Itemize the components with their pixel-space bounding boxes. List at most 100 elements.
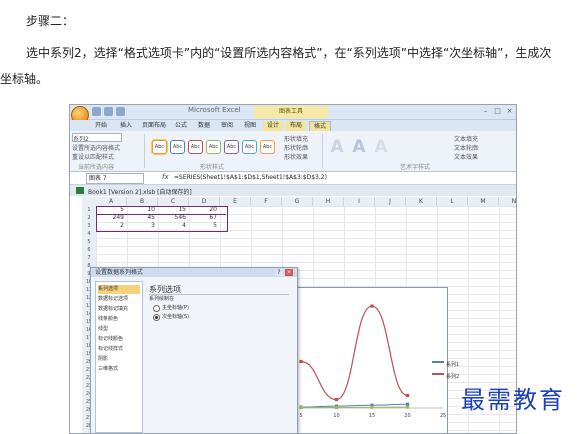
tab-3[interactable]: 页面布局 — [140, 121, 168, 131]
column-header[interactable]: J — [375, 197, 406, 206]
dialog-nav-item[interactable]: 三维格式 — [98, 365, 140, 374]
tab-4[interactable]: 公式 — [171, 121, 191, 131]
workbook-title: Book1 [Version 2].xlsb [自动保存的] — [88, 189, 192, 196]
dialog-nav-item[interactable]: 标记线颜色 — [98, 335, 140, 344]
row-header[interactable]: 4 — [82, 230, 96, 238]
help-icon[interactable]: ? — [275, 269, 283, 276]
primary-axis-radio[interactable] — [153, 305, 160, 312]
column-header[interactable]: H — [313, 197, 344, 206]
excel-screenshot: Microsoft Excel 图表工具 – □ × 开始 插入 页面布局 公式 数据审… — [69, 104, 517, 434]
dialog-nav-item[interactable]: 数据标记填充 — [98, 305, 140, 314]
table-cell[interactable]: 10 — [129, 206, 155, 213]
dialog-close-icon[interactable]: × — [285, 269, 293, 276]
table-cell[interactable]: 546 — [160, 214, 186, 221]
row-header[interactable]: 5 — [82, 238, 96, 246]
column-header[interactable]: G — [282, 197, 313, 206]
row-header[interactable]: 7 — [82, 254, 96, 262]
formula-bar: 图表 7 fx =SERIES(Sheet1!$A$1:$D$1,Sheet1!… — [70, 172, 516, 185]
dialog-nav-list: 系列选项 数据标记选项 数据标记填充 线条颜色 线型 标记线颜色 标记线样式 阴影 三维格式 — [95, 281, 143, 433]
shape-style-6[interactable]: Abc — [242, 140, 257, 154]
text-fill-button[interactable]: 文本填充 — [454, 134, 478, 143]
column-header[interactable]: I — [344, 197, 375, 206]
name-box[interactable]: 图表 7 — [86, 173, 144, 184]
chart-legend[interactable]: 系列1 系列2 — [432, 351, 488, 383]
reset-style-button[interactable]: 重设以匹配样式 — [72, 152, 114, 161]
row-header[interactable]: 3 — [82, 222, 96, 230]
close-icon[interactable]: × — [504, 107, 515, 116]
shape-style-3[interactable]: Abc — [188, 140, 203, 154]
chart-area[interactable]: 5 10 15 20 25 — [296, 287, 448, 434]
secondary-axis-radio[interactable] — [153, 314, 160, 321]
column-header[interactable]: M — [468, 197, 499, 206]
column-header[interactable]: C — [158, 197, 189, 206]
secondary-axis-label: 次坐标轴(S) — [162, 314, 190, 320]
shape-style-1[interactable]: Abc — [152, 140, 167, 154]
dialog-nav-item[interactable]: 标记线样式 — [98, 345, 140, 354]
shape-style-2[interactable]: Abc — [170, 140, 185, 154]
table-cell[interactable]: 5 — [191, 222, 217, 229]
ribbon-tabs: 开始 插入 页面布局 公式 数据 审阅 视图 设计 布局 格式 — [70, 120, 516, 132]
shape-effects-button[interactable]: 形状效果 — [284, 152, 308, 161]
dialog-nav-item[interactable]: 线型 — [98, 325, 140, 334]
dialog-nav-item[interactable]: 数据标记选项 — [98, 295, 140, 304]
column-header[interactable]: K — [406, 197, 437, 206]
dialog-nav-item[interactable]: 阴影 — [98, 355, 140, 364]
instruction-line-2: 坐标轴。 — [0, 72, 49, 86]
table-cell[interactable]: 45 — [129, 214, 155, 221]
ribbon-separator — [144, 134, 145, 168]
shape-outline-button[interactable]: 形状轮廓 — [284, 143, 308, 152]
tab-2[interactable]: 插入 — [115, 121, 137, 131]
row-header[interactable]: 1 — [82, 206, 96, 214]
column-header[interactable]: A — [96, 197, 127, 206]
dialog-nav-item[interactable]: 系列选项 — [98, 285, 140, 294]
legend-entry[interactable]: 系列2 — [432, 363, 459, 382]
table-cell[interactable]: 5 — [98, 206, 124, 213]
maximize-icon[interactable]: □ — [492, 107, 503, 116]
table-cell[interactable]: 249 — [98, 214, 124, 221]
text-effects-button[interactable]: 文本效果 — [454, 152, 478, 161]
column-header[interactable]: F — [251, 197, 282, 206]
table-cell[interactable]: 20 — [191, 206, 217, 213]
chart-elements-dropdown[interactable]: 系列2 — [72, 133, 122, 143]
column-header[interactable]: N — [499, 197, 516, 206]
shape-style-4[interactable]: Abc — [206, 140, 221, 154]
table-cell[interactable]: 2 — [98, 222, 124, 229]
table-cell[interactable]: 15 — [160, 206, 186, 213]
shape-style-5[interactable]: Abc — [224, 140, 239, 154]
wordart-style-1[interactable]: A — [328, 138, 346, 156]
column-header[interactable]: L — [437, 197, 468, 206]
row-header[interactable]: 2 — [82, 214, 96, 222]
format-data-series-dialog: 设置数据系列格式 ? × 系列选项 数据标记选项 数据标记填充 线条颜色 线型 标记线颜色… — [90, 267, 298, 433]
workbook-icon — [76, 187, 84, 194]
column-header[interactable]: E — [220, 197, 251, 206]
minimize-icon[interactable]: – — [480, 107, 491, 116]
fx-icon[interactable]: fx — [162, 173, 169, 181]
wordart-style-2[interactable]: A — [350, 138, 368, 156]
shape-fill-button[interactable]: 形状填充 — [284, 134, 308, 143]
tab-8[interactable]: 设计 — [263, 121, 283, 131]
instruction-text: 选中系列2，选择“格式选项卡”内的“设置所选内容格式”，在“系列选项”中选择“次… — [0, 40, 584, 92]
format-selection-button[interactable]: 设置所选内容格式 — [72, 143, 120, 152]
table-cell[interactable]: 3 — [129, 222, 155, 229]
column-header[interactable]: B — [127, 197, 158, 206]
row-header[interactable]: 6 — [82, 246, 96, 254]
formula-input[interactable]: =SERIES(Sheet1!$A$1:$D$1,Sheet1!$A$3:$D$… — [174, 174, 327, 181]
wordart-style-3[interactable]: A — [372, 138, 390, 156]
save-icon[interactable] — [92, 107, 101, 116]
series-point — [405, 393, 410, 398]
shape-style-7[interactable]: Abc — [260, 140, 275, 154]
tab-7[interactable]: 视图 — [240, 121, 260, 131]
tab-9[interactable]: 布局 — [286, 121, 306, 131]
x-tick-label: 5 — [299, 413, 302, 419]
tab-1[interactable]: 开始 — [90, 121, 112, 131]
table-cell[interactable]: 67 — [191, 214, 217, 221]
text-outline-button[interactable]: 文本轮廓 — [454, 143, 478, 152]
tab-6[interactable]: 审阅 — [217, 121, 237, 131]
undo-icon[interactable] — [104, 107, 113, 116]
table-cell[interactable]: 4 — [160, 222, 186, 229]
dialog-nav-item[interactable]: 线条颜色 — [98, 315, 140, 324]
column-header[interactable]: D — [189, 197, 220, 206]
tab-5[interactable]: 数据 — [194, 121, 214, 131]
series-point — [299, 406, 303, 410]
redo-icon[interactable] — [116, 107, 125, 116]
